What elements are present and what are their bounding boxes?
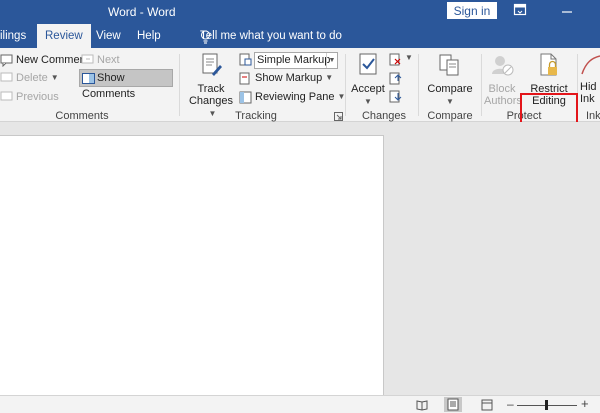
accept-icon [349, 52, 387, 81]
document-page[interactable] [0, 135, 384, 395]
show-markup-button[interactable]: Show Markup ▼ [239, 69, 333, 87]
ribbon-display-options-icon[interactable] [513, 3, 527, 17]
delete-comment-label: Delete [16, 72, 48, 84]
next-comment-icon [81, 54, 94, 67]
zoom-slider-thumb[interactable] [545, 400, 548, 410]
compare-label: Compare [427, 83, 473, 95]
web-layout-icon[interactable] [481, 399, 493, 411]
hide-ink-icon [580, 52, 600, 81]
group-divider [481, 54, 482, 116]
show-comments-icon [82, 72, 95, 85]
chevron-down-icon: ▼ [326, 53, 337, 68]
track-changes-label-2: Changes [188, 95, 234, 107]
previous-change-icon[interactable] [389, 72, 402, 85]
comments-group-label: Comments [55, 110, 109, 122]
tab-mailings[interactable]: ilings [0, 24, 26, 48]
document-area [0, 122, 600, 395]
reject-icon[interactable] [389, 53, 402, 66]
display-for-review-select[interactable]: Simple Markup ▼ [254, 52, 338, 69]
status-bar: – + [0, 395, 600, 413]
track-changes-label-1: Track [197, 83, 225, 95]
hide-ink-button[interactable]: Hid Ink [580, 52, 600, 105]
tell-me-label: Tell me what you want to do [200, 30, 342, 42]
previous-comment-label: Previous [16, 91, 59, 103]
zoom-in-button[interactable]: + [581, 396, 589, 411]
new-comment-icon [0, 54, 13, 67]
display-for-review-icon [239, 53, 252, 66]
block-authors-button[interactable]: Block Authors [484, 52, 522, 107]
next-change-icon[interactable] [389, 90, 402, 103]
track-changes-button[interactable]: Track Changes▼ [186, 52, 236, 119]
ink-group-label: Ink [586, 110, 600, 122]
block-authors-label-1: Block [488, 83, 516, 95]
delete-comment-icon [0, 72, 13, 85]
compare-button[interactable]: Compare ▼ [424, 52, 476, 107]
chevron-down-icon: ▼ [446, 96, 454, 106]
previous-comment-icon [0, 91, 13, 104]
tell-me-search[interactable]: Tell me what you want to do [180, 24, 342, 48]
chevron-down-icon: ▼ [325, 73, 334, 83]
hide-ink-label-1: Hid [580, 81, 597, 93]
block-authors-icon [484, 52, 520, 81]
display-for-review-value: Simple Markup [257, 54, 331, 66]
block-authors-label-2: Authors [484, 95, 522, 107]
hide-ink-label-2: Ink [580, 93, 595, 105]
window-title: Word - Word [108, 5, 176, 19]
tab-review[interactable]: Review [37, 24, 91, 48]
next-comment-label: Next [97, 54, 120, 66]
show-comments-button[interactable]: Show Comments [79, 69, 173, 100]
tracking-group-label: Tracking [235, 110, 277, 122]
print-layout-view-button[interactable] [444, 397, 462, 412]
accept-label: Accept [351, 83, 385, 95]
previous-comment-button[interactable]: Previous [0, 88, 59, 106]
show-markup-icon [239, 72, 252, 85]
show-markup-label: Show Markup [255, 72, 323, 84]
reviewing-pane-label: Reviewing Pane [255, 91, 335, 103]
reviewing-pane-button[interactable]: Reviewing Pane ▼ [239, 88, 345, 106]
delete-comment-button[interactable]: Delete ▼ [0, 69, 59, 87]
changes-group-label: Changes [361, 110, 407, 122]
chevron-down-icon: ▼ [364, 96, 372, 106]
chevron-down-icon: ▼ [50, 73, 59, 83]
compare-icon [424, 52, 476, 81]
ribbon-tab-row: ilings Review View Help Tell me what you… [0, 24, 600, 48]
compare-group-label: Compare [427, 110, 473, 122]
group-divider [179, 54, 180, 116]
title-bar: Word - Word Sign in [0, 0, 600, 24]
tab-help[interactable]: Help [137, 24, 161, 48]
track-changes-icon [186, 52, 236, 81]
group-divider [418, 54, 419, 116]
new-comment-button[interactable]: New Comment [0, 51, 89, 69]
next-comment-button[interactable]: Next [81, 51, 120, 69]
minimize-icon[interactable] [560, 4, 574, 18]
ribbon: New Comment Delete ▼ Previous Next Show C… [0, 48, 600, 157]
restrict-editing-icon [524, 52, 574, 81]
tab-view[interactable]: View [96, 24, 121, 48]
chevron-down-icon[interactable]: ▼ [405, 53, 413, 62]
dialog-launcher-icon[interactable] [334, 112, 343, 121]
group-divider [345, 54, 346, 116]
lightbulb-icon [200, 29, 211, 44]
sign-in-button[interactable]: Sign in [447, 2, 497, 19]
new-comment-label: New Comment [16, 54, 89, 66]
read-mode-icon[interactable] [416, 399, 428, 411]
accept-button[interactable]: Accept ▼ [349, 52, 387, 107]
zoom-out-button[interactable]: – [507, 397, 514, 411]
chevron-down-icon: ▼ [208, 108, 217, 118]
reviewing-pane-icon [239, 91, 252, 104]
